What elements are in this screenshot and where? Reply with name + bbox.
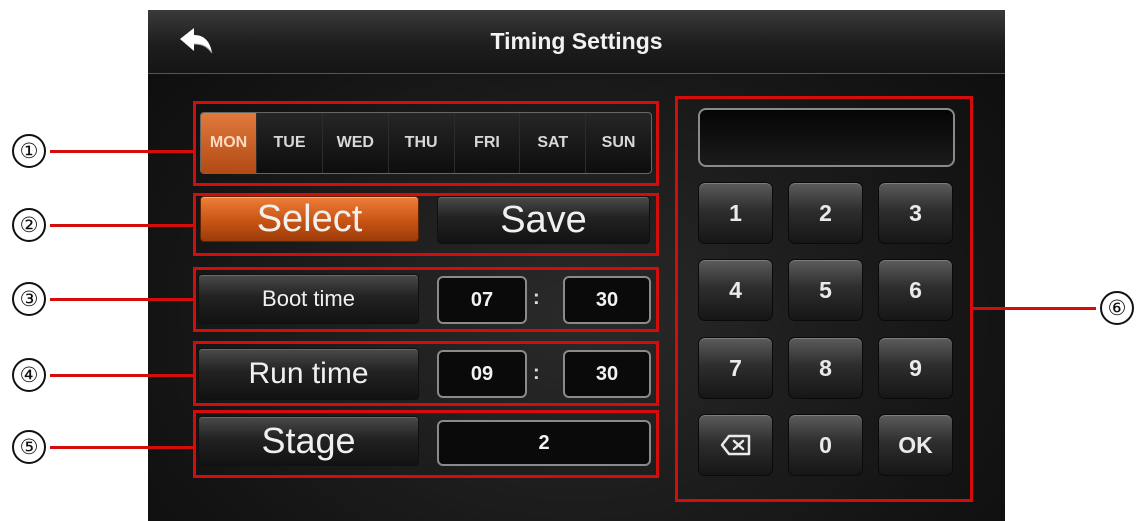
callout-3: ③	[12, 282, 46, 316]
leader-line-5	[50, 446, 195, 449]
callout-2: ②	[12, 208, 46, 242]
callout-6: ⑥	[1100, 291, 1134, 325]
callout-box-1	[193, 101, 659, 186]
page-title: Timing Settings	[490, 28, 663, 54]
callout-box-6	[675, 96, 973, 502]
callout-box-3	[193, 267, 659, 332]
callout-4: ④	[12, 358, 46, 392]
title-bar: Timing Settings	[148, 10, 1005, 74]
leader-line-2	[50, 224, 195, 227]
callout-box-2	[193, 193, 659, 256]
callout-box-5	[193, 410, 659, 478]
callout-1: ①	[12, 134, 46, 168]
leader-line-4	[50, 374, 195, 377]
callout-5: ⑤	[12, 430, 46, 464]
leader-line-3	[50, 298, 195, 301]
leader-line-6	[971, 307, 1096, 310]
leader-line-1	[50, 150, 195, 153]
callout-box-4	[193, 341, 659, 406]
